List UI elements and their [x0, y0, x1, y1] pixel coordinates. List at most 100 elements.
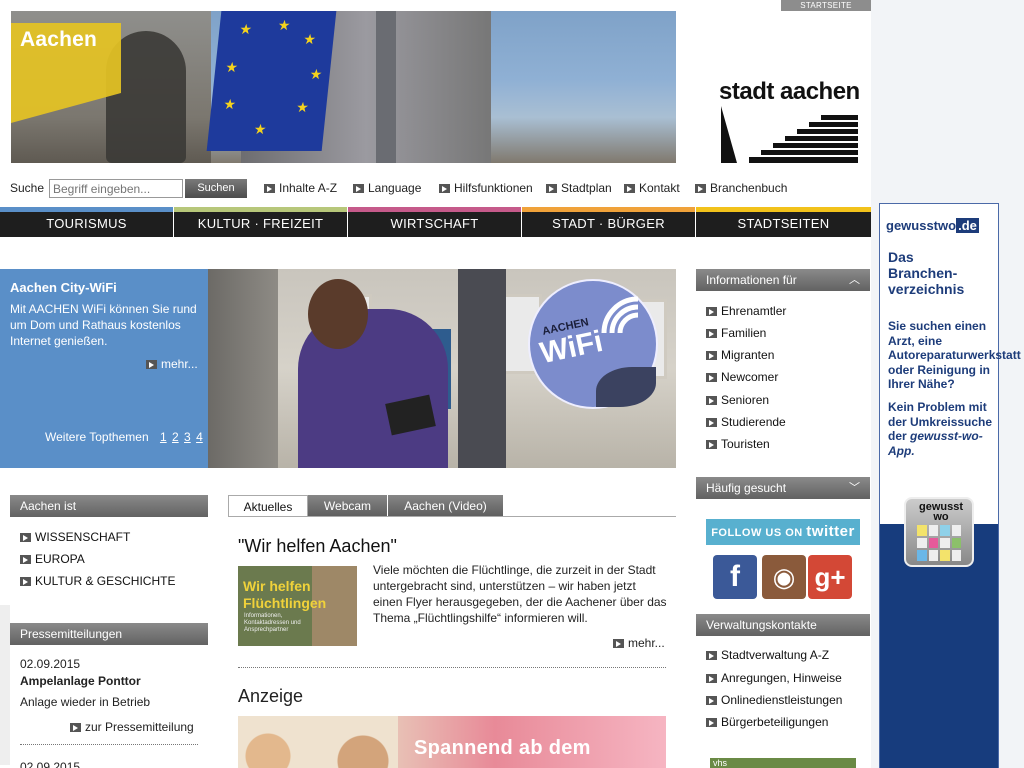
util-link-inhalte[interactable]: Inhalte A-Z	[264, 181, 337, 195]
nav-label: TOURISMUS	[46, 216, 127, 231]
stadt-aachen-logo-text[interactable]: stadt aachen	[719, 78, 860, 106]
info-touristen[interactable]: Touristen	[706, 437, 770, 451]
facebook-icon[interactable]: f	[713, 555, 757, 599]
article-image[interactable]: Wir helfen Flüchtlingen Informationen, K…	[238, 566, 357, 646]
aachen-ist-wissenschaft[interactable]: WISSENSCHAFT	[20, 530, 130, 544]
search-button[interactable]: Suchen	[185, 179, 247, 198]
util-link-label: Inhalte A-Z	[279, 181, 338, 195]
nav-wirtschaft[interactable]: WIRTSCHAFT	[348, 207, 522, 237]
util-link-branchenbuch[interactable]: Branchenbuch	[695, 181, 787, 195]
article-more-link[interactable]: mehr...	[613, 636, 665, 650]
aachen-ist-europa[interactable]: EUROPA	[20, 552, 85, 566]
gewusst-text-1: Sie suchen einen Arzt, eine Autoreparatu…	[888, 319, 1021, 392]
arrow-icon	[706, 440, 717, 449]
verwaltung-anregungen[interactable]: Anregungen, Hinweise	[706, 671, 842, 685]
item-label: Ehrenamtler	[721, 304, 787, 318]
left-gutter	[0, 605, 10, 765]
nav-stripe	[696, 207, 871, 212]
press-date: 02.09.2015	[20, 760, 81, 768]
startseite-link[interactable]: STARTSEITE	[781, 0, 871, 11]
nav-tourismus[interactable]: TOURISMUS	[0, 207, 174, 237]
info-senioren[interactable]: Senioren	[706, 393, 769, 407]
twitter-brand: twitter	[806, 523, 855, 540]
arrow-icon	[706, 418, 717, 427]
chevron-down-icon: ﹀	[849, 482, 860, 494]
article-title[interactable]: "Wir helfen Aachen"	[238, 536, 397, 557]
item-label: Stadtverwaltung A-Z	[721, 648, 830, 662]
arrow-icon	[706, 674, 717, 683]
verwaltung-buerger[interactable]: Bürgerbeteiligungen	[706, 715, 828, 729]
article-image-sub: Informationen, Kontaktadressen und Anspr…	[244, 613, 301, 633]
topthema-photo[interactable]: AACHEN WiFi	[208, 269, 676, 468]
info-ehrenamtler[interactable]: Ehrenamtler	[706, 304, 786, 318]
verwaltung-online[interactable]: Onlinedienstleistungen	[706, 693, 842, 707]
banner-title[interactable]: Aachen	[20, 28, 97, 52]
app-icon-grid	[917, 525, 961, 561]
nav-stadtseiten[interactable]: STADTSEITEN	[696, 207, 871, 237]
util-link-hilfsfunktionen[interactable]: Hilfsfunktionen	[439, 181, 533, 195]
aachen-ist-kultur[interactable]: KULTUR & GESCHICHTE	[20, 574, 175, 588]
topthema-page-2[interactable]: 2	[172, 430, 179, 444]
util-link-language[interactable]: Language	[353, 181, 421, 195]
tab-aachen-video[interactable]: Aachen (Video)	[388, 495, 504, 517]
util-link-label: Branchenbuch	[710, 181, 788, 195]
stadt-aachen-logo-icon[interactable]	[721, 106, 858, 163]
arrow-icon	[264, 184, 275, 193]
gewusst-wo-ad[interactable]: gewusstwo .de Das Branchen-verzeichnis Si…	[879, 203, 1021, 768]
advert-banner[interactable]: Spannend ab dem	[238, 716, 666, 768]
gewusst-app-icon[interactable]: gewusst wo	[904, 497, 974, 567]
nav-label: STADTSEITEN	[737, 216, 830, 231]
info-studierende[interactable]: Studierende	[706, 415, 786, 429]
item-label: EUROPA	[35, 552, 85, 566]
util-link-label: Kontakt	[639, 181, 680, 195]
nav-stadt-buerger[interactable]: STADT · BÜRGER	[522, 207, 696, 237]
weitere-topthemen: Weitere Topthemen 1 2 3 4	[45, 430, 203, 444]
wifi-badge-curl	[596, 367, 656, 407]
info-familien[interactable]: Familien	[706, 326, 766, 340]
info-newcomer[interactable]: Newcomer	[706, 370, 778, 384]
press-title[interactable]: Ampelanlage Ponttor	[20, 674, 141, 688]
util-link-label: Language	[368, 181, 422, 195]
photo-head	[308, 279, 368, 349]
haeufig-gesucht-header[interactable]: Häufig gesucht ﹀	[696, 477, 870, 499]
instagram-icon[interactable]: ◉	[762, 555, 806, 599]
item-label: Bürgerbeteiligungen	[721, 715, 829, 729]
search-input[interactable]	[49, 179, 183, 198]
arrow-icon	[70, 723, 81, 732]
nav-kultur-freizeit[interactable]: KULTUR · FREIZEIT	[174, 207, 348, 237]
info-migranten[interactable]: Migranten	[706, 348, 774, 362]
util-link-label: Hilfsfunktionen	[454, 181, 533, 195]
article-text: Viele möchten die Flüchtlinge, die zurze…	[373, 563, 667, 625]
topthema-page-3[interactable]: 3	[184, 430, 191, 444]
googleplus-icon[interactable]: g+	[808, 555, 852, 599]
twitter-follow-button[interactable]: FOLLOW US ON twitter	[706, 519, 860, 545]
arrow-icon	[706, 373, 717, 382]
util-link-kontakt[interactable]: Kontakt	[624, 181, 680, 195]
gewusst-headline: Das Branchen-verzeichnis	[888, 249, 965, 297]
arrow-icon	[146, 360, 157, 369]
nav-stripe	[348, 207, 521, 212]
info-fuer-header[interactable]: Informationen für ︿	[696, 269, 870, 291]
aachen-ist-header: Aachen ist	[10, 495, 208, 517]
arrow-icon	[706, 651, 717, 660]
item-label: WISSENSCHAFT	[35, 530, 131, 544]
photo-stone	[208, 269, 278, 468]
verwaltung-stadtverwaltung[interactable]: Stadtverwaltung A-Z	[706, 648, 829, 662]
arrow-icon	[706, 329, 717, 338]
topthema-more-link[interactable]: mehr...	[146, 357, 198, 371]
search-label: Suche	[10, 181, 45, 195]
vhs-banner[interactable]: vhs	[710, 758, 856, 768]
topthema-page-1[interactable]: 1	[160, 430, 167, 444]
topthema-page-4[interactable]: 4	[196, 430, 203, 444]
item-label: Anregungen, Hinweise	[721, 671, 842, 685]
topthema-title[interactable]: Aachen City-WiFi	[10, 280, 117, 295]
article-image-title: Wir helfen Flüchtlingen	[243, 578, 327, 611]
tab-webcam[interactable]: Webcam	[308, 495, 388, 517]
page: STARTSEITE ★ ★ ★ ★ ★ ★ ★ ★ Aachen stadt aach…	[0, 0, 871, 768]
tab-aktuelles[interactable]: Aktuelles	[228, 495, 308, 517]
topthema-teaser: Aachen City-WiFi Mit AACHEN WiFi können …	[0, 269, 208, 468]
header-label: Häufig gesucht	[706, 481, 787, 495]
press-link[interactable]: zur Pressemitteilung	[70, 720, 194, 734]
arrow-icon	[439, 184, 450, 193]
util-link-stadtplan[interactable]: Stadtplan	[546, 181, 612, 195]
